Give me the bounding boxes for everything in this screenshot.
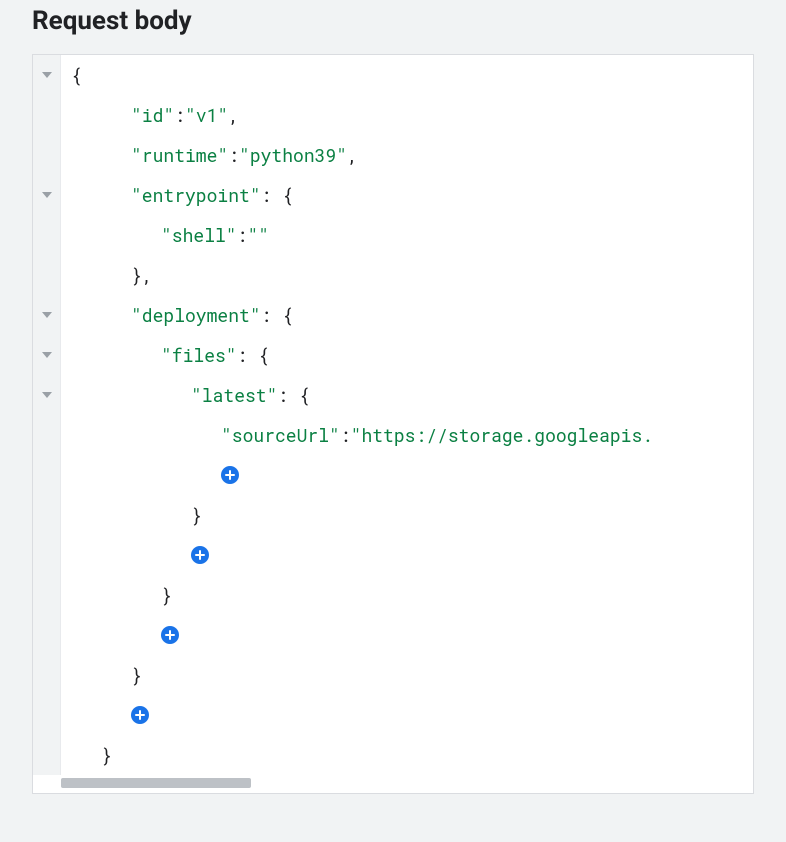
json-punct: } bbox=[191, 495, 202, 535]
code-line[interactable]: } bbox=[65, 735, 749, 775]
gutter-row[interactable] bbox=[33, 375, 60, 415]
editor-gutter bbox=[33, 55, 61, 775]
fold-toggle-icon[interactable] bbox=[42, 72, 52, 78]
add-property-button[interactable] bbox=[191, 546, 209, 564]
gutter-row[interactable] bbox=[33, 175, 60, 215]
json-punct: , bbox=[228, 95, 239, 135]
code-line[interactable] bbox=[65, 615, 749, 655]
gutter-row bbox=[33, 615, 60, 655]
horizontal-scrollbar[interactable] bbox=[33, 775, 753, 793]
code-line[interactable] bbox=[65, 455, 749, 495]
code-line[interactable]: } bbox=[65, 575, 749, 615]
fold-toggle-icon[interactable] bbox=[42, 312, 52, 318]
json-punct: : { bbox=[237, 335, 269, 375]
section-heading: Request body bbox=[32, 0, 754, 36]
gutter-row bbox=[33, 455, 60, 495]
code-line[interactable]: "shell": "" bbox=[65, 215, 749, 255]
code-line[interactable] bbox=[65, 535, 749, 575]
gutter-row bbox=[33, 735, 60, 775]
json-string: "python39" bbox=[239, 135, 347, 175]
json-punct: : bbox=[174, 95, 185, 135]
json-key: "entrypoint" bbox=[131, 175, 261, 215]
json-punct: : bbox=[340, 415, 351, 455]
fold-toggle-icon[interactable] bbox=[42, 192, 52, 198]
json-punct: : bbox=[228, 135, 239, 175]
code-line[interactable]: "deployment": { bbox=[65, 295, 749, 335]
json-punct: } bbox=[161, 575, 172, 615]
json-punct: }, bbox=[131, 255, 153, 295]
json-key: "files" bbox=[161, 335, 237, 375]
code-line[interactable]: "sourceUrl": "https://storage.googleapis… bbox=[65, 415, 749, 455]
add-property-button[interactable] bbox=[221, 466, 239, 484]
fold-toggle-icon[interactable] bbox=[42, 352, 52, 358]
gutter-row[interactable] bbox=[33, 55, 60, 95]
add-property-button[interactable] bbox=[161, 626, 179, 644]
json-punct: : { bbox=[277, 375, 309, 415]
code-line[interactable]: "runtime": "python39", bbox=[65, 135, 749, 175]
code-line[interactable]: "entrypoint": { bbox=[65, 175, 749, 215]
gutter-row bbox=[33, 535, 60, 575]
json-key: "latest" bbox=[191, 375, 277, 415]
json-key: "sourceUrl" bbox=[221, 415, 340, 455]
scrollbar-thumb[interactable] bbox=[61, 778, 251, 788]
code-line[interactable]: } bbox=[65, 655, 749, 695]
json-punct: } bbox=[131, 655, 142, 695]
json-punct: { bbox=[71, 55, 82, 95]
json-string: "https://storage.googleapis. bbox=[351, 415, 653, 455]
json-punct: : { bbox=[261, 175, 293, 215]
add-property-button[interactable] bbox=[131, 706, 149, 724]
json-key: "deployment" bbox=[131, 295, 261, 335]
json-punct: : bbox=[237, 215, 248, 255]
code-line[interactable]: }, bbox=[65, 255, 749, 295]
json-punct: , bbox=[347, 135, 358, 175]
gutter-row bbox=[33, 135, 60, 175]
json-key: "id" bbox=[131, 95, 174, 135]
json-string: "" bbox=[247, 215, 269, 255]
json-key: "runtime" bbox=[131, 135, 228, 175]
code-line[interactable]: } bbox=[65, 495, 749, 535]
gutter-row bbox=[33, 695, 60, 735]
gutter-row bbox=[33, 255, 60, 295]
gutter-row[interactable] bbox=[33, 335, 60, 375]
fold-toggle-icon[interactable] bbox=[42, 392, 52, 398]
json-editor: {"id": "v1","runtime": "python39","entry… bbox=[32, 54, 754, 794]
code-line[interactable]: { bbox=[65, 55, 749, 95]
editor-code[interactable]: {"id": "v1","runtime": "python39","entry… bbox=[61, 55, 753, 775]
code-line[interactable]: "files": { bbox=[65, 335, 749, 375]
gutter-row bbox=[33, 415, 60, 455]
json-string: "v1" bbox=[185, 95, 228, 135]
gutter-row bbox=[33, 95, 60, 135]
code-line[interactable]: "latest": { bbox=[65, 375, 749, 415]
gutter-row bbox=[33, 495, 60, 535]
json-key: "shell" bbox=[161, 215, 237, 255]
json-punct: } bbox=[101, 735, 112, 775]
gutter-row bbox=[33, 655, 60, 695]
code-line[interactable] bbox=[65, 695, 749, 735]
gutter-row bbox=[33, 575, 60, 615]
code-line[interactable]: "id": "v1", bbox=[65, 95, 749, 135]
json-punct: : { bbox=[261, 295, 293, 335]
gutter-row[interactable] bbox=[33, 295, 60, 335]
gutter-row bbox=[33, 215, 60, 255]
